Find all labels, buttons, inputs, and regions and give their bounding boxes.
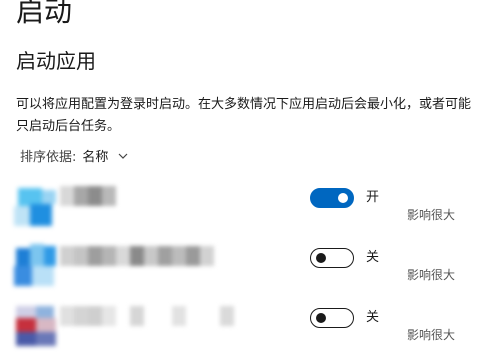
- app-name-redacted: [60, 306, 260, 326]
- startup-impact: 影响很大: [407, 268, 456, 282]
- toggle-state-label: 关: [366, 310, 380, 325]
- startup-impact: 影响很大: [407, 328, 456, 342]
- toggle-knob: [316, 253, 326, 263]
- page-title: 启动: [16, 0, 73, 28]
- startup-toggle[interactable]: [310, 188, 354, 208]
- startup-impact: 影响很大: [407, 208, 456, 222]
- sort-dropdown[interactable]: 排序依据: 名称: [20, 145, 128, 165]
- chevron-down-icon: [118, 150, 128, 160]
- description: 可以将应用配置为登录时启动。在大多数情况下应用启动后会最小化，或者可能只启动后台…: [16, 97, 472, 134]
- app-icon: [14, 304, 60, 350]
- app-name-redacted: [60, 186, 120, 206]
- toggle-state-label: 开: [366, 190, 380, 205]
- startup-toggle[interactable]: [310, 308, 354, 328]
- toggle-knob: [316, 313, 326, 323]
- app-row: 关 影响很大: [0, 296, 499, 356]
- app-name-redacted: [60, 246, 214, 266]
- sort-value: 名称: [82, 149, 109, 165]
- app-row: 开 影响很大: [0, 176, 499, 236]
- toggle-state-label: 关: [366, 250, 380, 265]
- app-icon: [14, 186, 60, 232]
- section-title: 启动应用: [16, 49, 96, 73]
- app-icon: [14, 244, 60, 290]
- sort-label: 排序依据:: [20, 149, 77, 165]
- startup-toggle[interactable]: [310, 248, 354, 268]
- toggle-knob: [338, 193, 348, 203]
- app-row: 关 影响很大: [0, 236, 499, 296]
